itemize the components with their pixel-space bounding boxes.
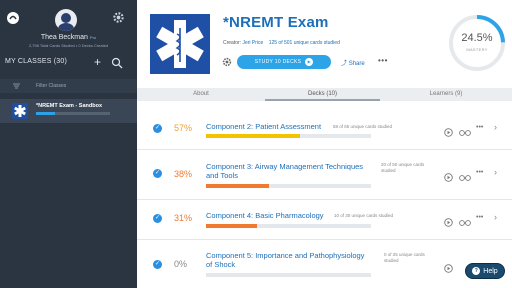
preview-icon[interactable] (444, 169, 453, 187)
chevron-right-icon[interactable]: › (494, 167, 497, 177)
study-button[interactable]: STUDY 10 DECKS ▶ (237, 55, 331, 69)
cards-studied-link[interactable]: 125 of 501 unique cards studied (269, 40, 340, 46)
progress-fill (206, 224, 258, 228)
checkmark-icon[interactable]: ✓ (153, 124, 162, 133)
tab-about[interactable]: About (137, 88, 265, 101)
deck-name[interactable]: Component 2: Patient Assessment (206, 122, 321, 131)
user-stats: 2,798 Total Cards Studied • 0 Decks Crea… (28, 43, 109, 48)
deck-actions: ••• › (444, 212, 504, 227)
deck-percent: 0% (174, 259, 188, 269)
progress-fill (206, 134, 301, 138)
question-icon: ? (472, 267, 481, 276)
study-button-label: STUDY 10 DECKS (254, 59, 302, 65)
tab-learners[interactable]: Learners (9) (380, 88, 512, 101)
deck-name[interactable]: Component 5: Importance and Pathophysiol… (206, 251, 364, 269)
cards-studied: 0 of 25 unique cards studied (384, 252, 425, 263)
more-icon[interactable]: ••• (476, 124, 483, 131)
more-icon[interactable]: ••• (476, 169, 483, 176)
star-of-life-icon (150, 14, 210, 74)
checkmark-icon[interactable]: ✓ (153, 214, 162, 223)
preview-icon[interactable] (444, 260, 453, 278)
share-label: Share (348, 61, 365, 67)
checkmark-icon[interactable]: ✓ (153, 260, 162, 269)
chevron-right-icon[interactable]: › (494, 122, 497, 132)
deck-row[interactable]: ✓ 31% Component 4: Basic Pharmacology 10… (137, 200, 512, 240)
cards-studied: 10 of 30 unique cards studied (334, 213, 394, 218)
deck-progress-bar (206, 184, 371, 188)
glasses-icon[interactable] (459, 214, 471, 232)
user-name[interactable]: Thea Beckman Pro (0, 34, 137, 41)
deck-progress-bar (206, 273, 371, 277)
gear-icon[interactable] (222, 57, 232, 67)
pro-badge: Pro (89, 35, 97, 40)
help-button[interactable]: ? Help (465, 263, 505, 279)
deck-row[interactable]: ✓ 57% Component 2: Patient Assessment 58… (137, 106, 512, 150)
active-tab-indicator (265, 99, 380, 101)
creator-prefix: Creator: (223, 40, 242, 46)
mastery-gauge: 24.5% MASTERY (448, 14, 506, 72)
deck-name[interactable]: Component 3: Airway Management Technique… (206, 162, 363, 180)
deck-percent: 38% (174, 169, 193, 179)
share-icon: ⤴ (341, 61, 348, 67)
deck-percent: 57% (174, 123, 193, 133)
search-icon[interactable] (111, 57, 123, 69)
play-icon: ▶ (305, 57, 314, 66)
brainscape-logo-icon[interactable] (6, 11, 20, 25)
filter-placeholder: Filter Classes (36, 83, 67, 89)
mastery-value: 24.5% (461, 32, 493, 44)
class-progress-bar (36, 112, 110, 115)
chevron-right-icon[interactable]: › (494, 212, 497, 222)
deck-percent: 31% (174, 213, 193, 223)
main-content: *NREMT Exam Creator: Jeri Price 125 of 5… (137, 0, 512, 288)
profile-section: Thea Beckman Pro 2,798 Total Cards Studie… (0, 0, 137, 52)
my-classes-label: MY CLASSES (30) (5, 58, 68, 65)
sidebar-item-nremt-sandbox[interactable]: *NREMT Exam - Sandbox (0, 99, 137, 123)
filter-icon (13, 83, 20, 89)
preview-icon[interactable] (444, 214, 453, 232)
deck-progress-bar (206, 224, 371, 228)
more-icon[interactable]: ••• (476, 214, 483, 221)
preview-icon[interactable] (444, 124, 453, 142)
mastery-label: MASTERY (466, 47, 488, 52)
sidebar: Thea Beckman Pro 2,798 Total Cards Studie… (0, 0, 137, 288)
filter-classes-input[interactable]: Filter Classes (0, 79, 137, 93)
deck-actions: ••• › (444, 122, 504, 137)
progress-fill (206, 184, 269, 188)
cards-studied: 58 of 65 unique cards studied (333, 124, 393, 129)
help-label: Help (483, 268, 498, 275)
tab-bar: About Decks (10) Learners (9) (137, 88, 512, 101)
checkmark-icon[interactable]: ✓ (153, 169, 162, 178)
avatar[interactable] (55, 9, 77, 31)
glasses-icon[interactable] (459, 169, 471, 187)
class-name: *NREMT Exam - Sandbox (36, 103, 103, 109)
cards-studied: 20 of 50 unique cards studied (381, 162, 425, 173)
creator-info: Creator: Jeri Price 125 of 501 unique ca… (223, 40, 340, 46)
star-of-life-icon (12, 103, 28, 119)
more-options-button[interactable]: ••• (378, 56, 388, 65)
deck-name[interactable]: Component 4: Basic Pharmacology (206, 211, 324, 220)
page-title: *NREMT Exam (223, 14, 329, 31)
deck-row[interactable]: ✓ 0% Component 5: Importance and Pathoph… (137, 240, 512, 288)
add-class-button[interactable]: + (94, 56, 101, 68)
deck-progress-bar (206, 134, 371, 138)
deck-actions: ••• › (444, 167, 504, 182)
glasses-icon[interactable] (459, 124, 471, 142)
my-classes-header: MY CLASSES (30) + (0, 54, 137, 70)
gear-icon[interactable] (112, 11, 125, 24)
creator-link[interactable]: Jeri Price (242, 40, 263, 46)
deck-row[interactable]: ✓ 38% Component 3: Airway Management Tec… (137, 150, 512, 200)
share-button[interactable]: ⤴ Share (341, 58, 365, 67)
